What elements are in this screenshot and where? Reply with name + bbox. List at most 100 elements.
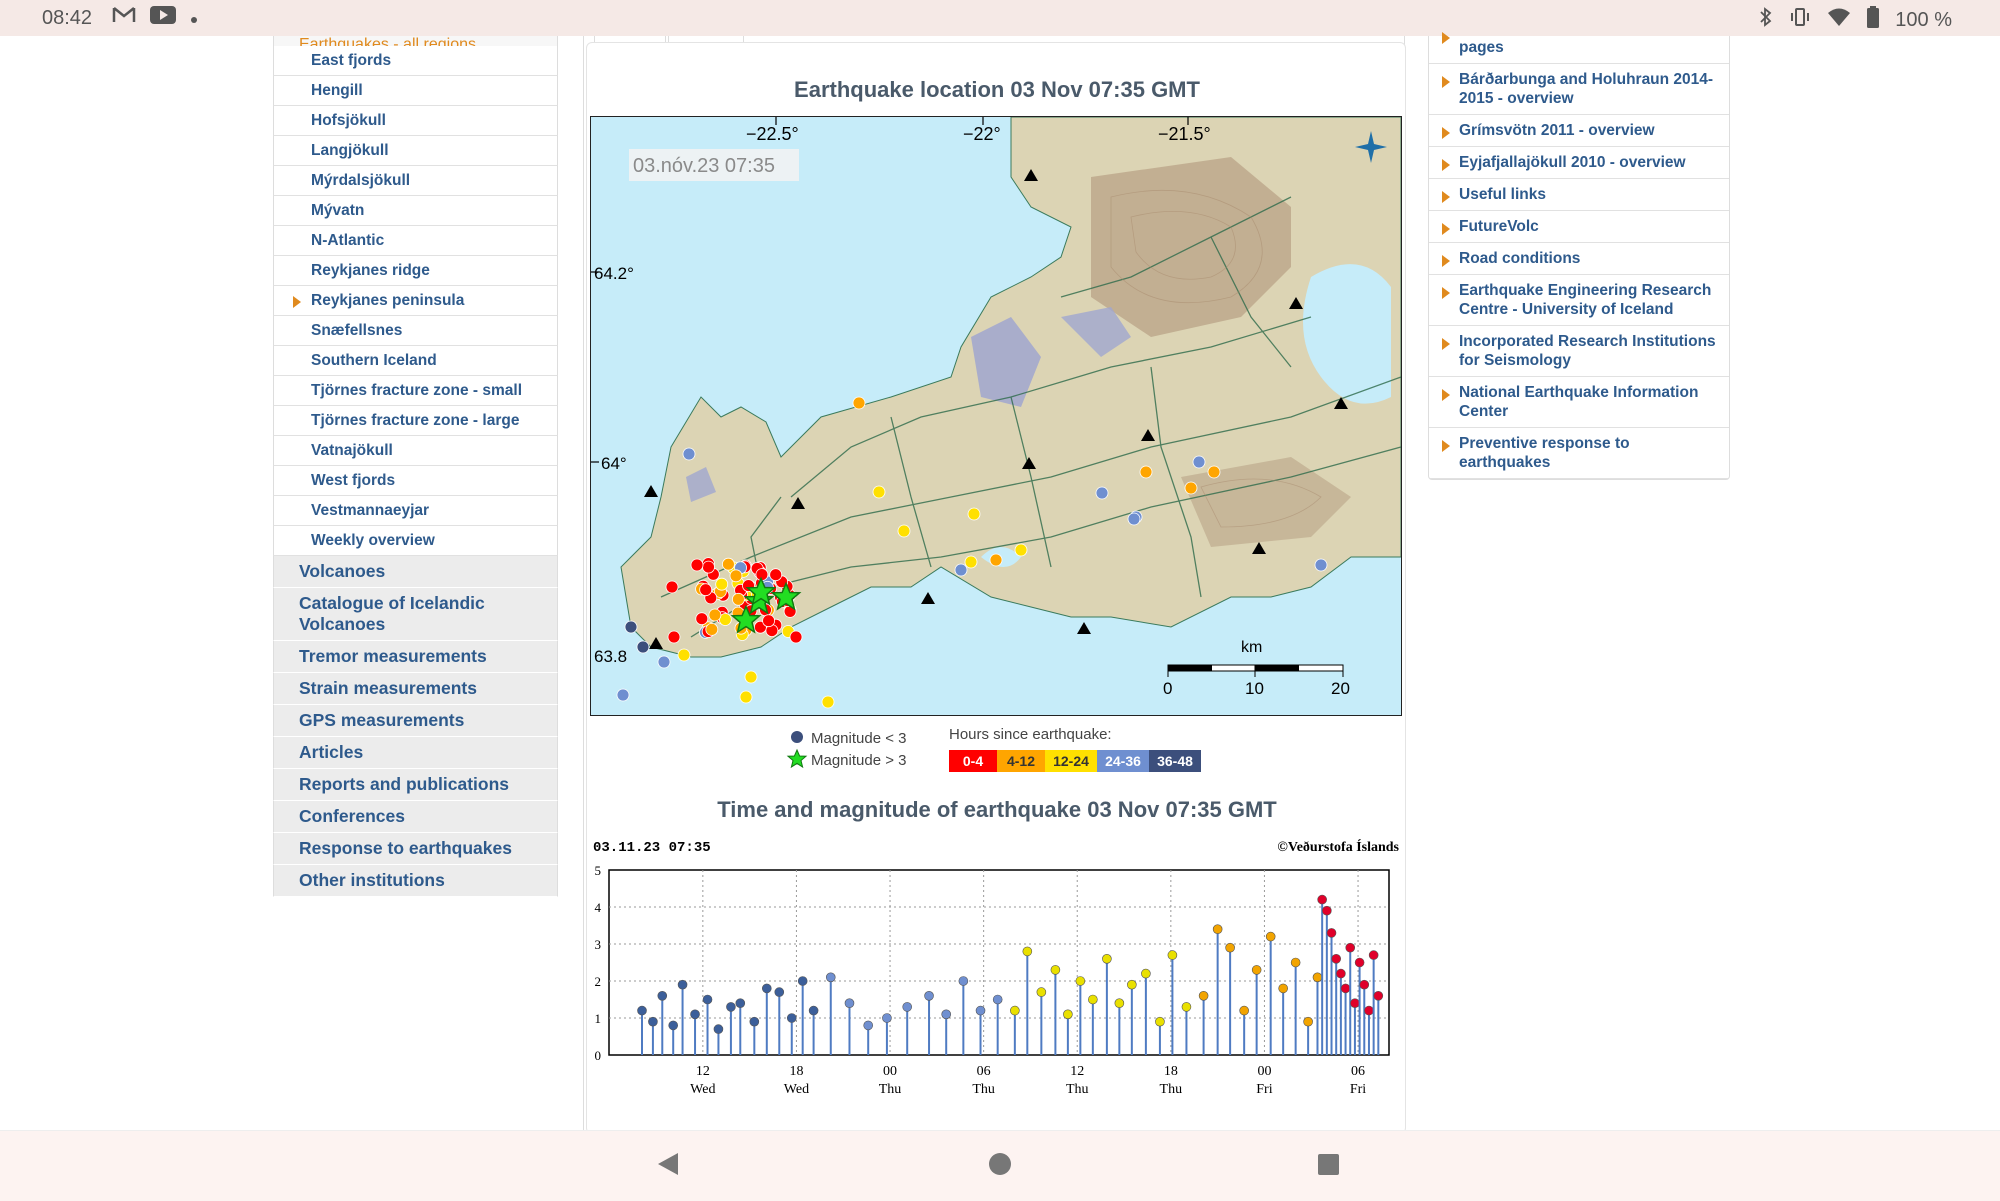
sidebar-item-region[interactable]: Vestmannaeyjar <box>273 496 558 526</box>
right-sidebar-link[interactable]: Incorporated Research Institutions for S… <box>1429 326 1729 377</box>
right-sidebar-link-label: Earthquake Engineering Research Centre -… <box>1459 282 1712 318</box>
sidebar-main-item[interactable]: GPS measurements <box>273 705 558 737</box>
right-sidebar-link[interactable]: Preventive response to earthquakes <box>1429 428 1729 479</box>
quake-marker <box>702 560 715 574</box>
link-arrow-icon <box>1442 32 1450 44</box>
quake-point <box>1322 905 1332 916</box>
recents-icon[interactable] <box>1313 1149 1343 1179</box>
legend-large-label: Magnitude > 3 <box>811 752 907 769</box>
sidebar-main-item[interactable]: Catalogue of Icelandic Volcanoes <box>273 588 558 641</box>
right-sidebar-link[interactable]: pages <box>1429 32 1729 64</box>
quake-point <box>941 1009 952 1020</box>
quake-marker <box>657 655 671 669</box>
main-menu: Volcanoes Catalogue of Icelandic Volcanoe… <box>273 556 558 897</box>
sidebar-item-region[interactable]: East fjords <box>273 46 558 76</box>
quake-point <box>797 976 808 986</box>
home-icon[interactable] <box>985 1149 1015 1179</box>
earthquake-map[interactable]: −22.5° −22° −21.5° 64.2° 64° 63.8 03.nóv… <box>590 116 1402 716</box>
quake-marker <box>1314 558 1328 572</box>
quake-point <box>713 1024 724 1034</box>
plot-credit: ©Veðurstofa Íslands <box>1277 838 1399 855</box>
back-icon[interactable] <box>654 1149 684 1179</box>
sidebar-item-region[interactable]: Reykjanes ridge <box>273 256 558 286</box>
sidebar-item-region[interactable]: Mýrdalsjökull <box>273 166 558 196</box>
sidebar-item-region[interactable]: Hengill <box>273 76 558 106</box>
right-sidebar-link[interactable]: Eyjafjallajökull 2010 - overview <box>1429 147 1729 179</box>
plot-frame <box>608 869 1390 1056</box>
y-tick-label: 4 <box>595 900 602 915</box>
sidebar-main-item[interactable]: Response to earthquakes <box>273 833 558 865</box>
sidebar-item-region[interactable]: Vatnajökull <box>273 436 558 466</box>
quake-point <box>1010 1005 1020 1016</box>
navigation-bar <box>0 1130 2000 1201</box>
quake-marker <box>705 623 719 636</box>
right-sidebar-link[interactable]: Earthquake Engineering Research Centre -… <box>1429 275 1729 326</box>
link-arrow-icon <box>1442 255 1450 267</box>
time-magnitude-plot[interactable]: 03.11.23 07:35 ©Veðurstofa Íslands 01234… <box>587 833 1407 1143</box>
quake-point <box>1290 957 1301 968</box>
quake-point <box>1354 957 1365 968</box>
sidebar-main-item[interactable]: Articles <box>273 737 558 769</box>
legend-canvas: Magnitude < 3 Magnitude > 3 Hours since … <box>786 726 1201 772</box>
sidebar-main-item[interactable]: Conferences <box>273 801 558 833</box>
quake-point <box>924 991 934 1001</box>
sidebar-main-item[interactable]: Other institutions <box>273 865 558 897</box>
quake-marker <box>1095 486 1109 500</box>
sidebar-item-label: Langjökull <box>311 142 389 159</box>
quake-point <box>1359 979 1370 990</box>
sidebar-main-item[interactable]: Reports and publications <box>273 769 558 801</box>
sidebar-item-region[interactable]: Hofsjökull <box>273 106 558 136</box>
lat-tick-1: 64° <box>601 454 627 473</box>
lat-tick-0: 64.2° <box>594 264 634 283</box>
x-tick-day: Wed <box>784 1082 809 1097</box>
sidebar-item-region[interactable]: N-Atlantic <box>273 226 558 256</box>
gmail-icon <box>112 6 136 30</box>
bluetooth-icon <box>1759 7 1773 33</box>
quake-point <box>1155 1016 1165 1027</box>
sidebar-item-label: West fjords <box>311 472 396 489</box>
quake-marker <box>682 447 696 461</box>
map-title: Earthquake location 03 Nov 07:35 GMT <box>794 77 1200 102</box>
sidebar-item-region[interactable]: Southern Iceland <box>273 346 558 376</box>
sidebar-item-region[interactable]: West fjords <box>273 466 558 496</box>
quake-point <box>1373 991 1384 1001</box>
right-sidebar: pages Bárðarbunga and Holuhraun 2014-2015… <box>1428 32 1730 480</box>
right-sidebar-link[interactable]: Bárðarbunga and Holuhraun 2014-2015 - ov… <box>1429 64 1729 115</box>
quake-point <box>786 1013 797 1023</box>
sidebar-item-region[interactable]: Tjörnes fracture zone - large <box>273 406 558 436</box>
quake-point <box>825 972 836 983</box>
right-sidebar-link[interactable]: Grímsvötn 2011 - overview <box>1429 115 1729 147</box>
vibrate-icon <box>1789 7 1811 33</box>
right-sidebar-link[interactable]: Road conditions <box>1429 243 1729 275</box>
sidebar-item-all-regions[interactable]: Earthquakes - all regions <box>273 36 558 46</box>
sidebar-item-region[interactable]: Weekly overview <box>273 526 558 556</box>
right-sidebar-link[interactable]: Useful links <box>1429 179 1729 211</box>
sidebar-item-label: Mýrdalsjökull <box>311 172 411 189</box>
quake-marker <box>665 580 679 594</box>
sidebar-main-item[interactable]: Strain measurements <box>273 673 558 705</box>
sidebar-item-region[interactable]: Langjökull <box>273 136 558 166</box>
quake-point <box>1345 942 1356 953</box>
map-canvas: −22.5° −22° −21.5° 64.2° 64° 63.8 03.nóv… <box>591 117 1401 709</box>
quake-point <box>1317 894 1327 905</box>
link-arrow-icon <box>1442 338 1450 350</box>
notification-icons <box>112 6 198 30</box>
sidebar-main-item[interactable]: Tremor measurements <box>273 641 558 673</box>
link-arrow-icon <box>1442 287 1450 299</box>
right-sidebar-link-label: Grímsvötn 2011 - overview <box>1459 122 1655 139</box>
x-tick-hour: 00 <box>883 1064 897 1079</box>
sidebar-item-region[interactable]: Snæfellsnes <box>273 316 558 346</box>
quake-point <box>1326 928 1337 938</box>
link-arrow-icon <box>1442 223 1450 235</box>
hour-bin-label: 36-48 <box>1157 753 1193 769</box>
sidebar-item-region[interactable]: Tjörnes fracture zone - small <box>273 376 558 406</box>
sidebar-main-item[interactable]: Volcanoes <box>273 556 558 588</box>
right-sidebar-link[interactable]: FutureVolc <box>1429 211 1729 243</box>
quake-point <box>735 998 746 1008</box>
x-tick-day: Fri <box>1350 1082 1366 1097</box>
sidebar-item-region[interactable]: Reykjanes peninsula <box>273 286 558 316</box>
quake-marker <box>897 524 911 538</box>
right-sidebar-link[interactable]: National Earthquake Information Center <box>1429 377 1729 428</box>
quake-point <box>902 1002 913 1012</box>
sidebar-item-region[interactable]: Mývatn <box>273 196 558 226</box>
